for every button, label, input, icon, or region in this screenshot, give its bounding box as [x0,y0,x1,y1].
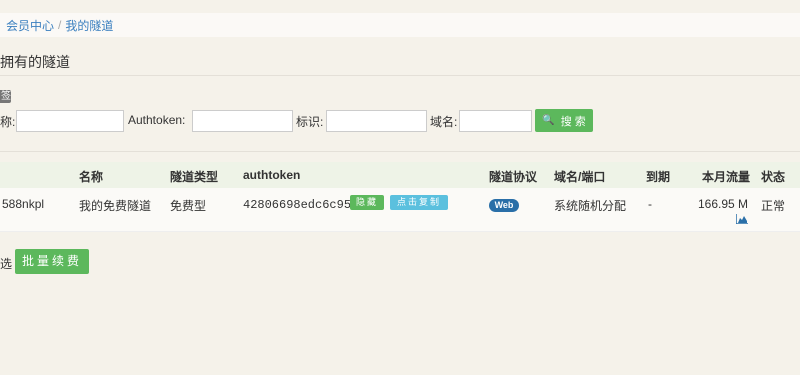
header-protocol: 隧道协议 [489,170,538,184]
tunnel-id: 588nkpl [2,197,45,211]
search-label-badge: 签 [0,90,11,103]
divider [0,75,800,76]
authtoken-input[interactable] [192,110,293,132]
authtoken-label: Authtoken: [128,113,186,127]
header-type: 隧道类型 [170,170,219,184]
tunnel-name: 我的免费隧道 [79,199,152,213]
divider [0,151,800,152]
search-button-label: 搜 索 [560,115,586,128]
select-all-label: 选 [0,257,13,271]
page-title: 拥有的隧道 [0,54,70,70]
search-form: 称: Authtoken: 标识: 域名: [0,110,800,132]
header-expire: 到期 [646,170,671,184]
header-name: 名称 [79,170,104,184]
batch-renew-button[interactable]: 批量续费 [15,249,89,274]
domain-input[interactable] [459,110,532,132]
breadcrumb: 会员中心 / 我的隧道 [0,13,800,37]
protocol-badge: Web [489,199,519,212]
tunnel-traffic: 166.95 M [698,197,749,211]
copy-token-button[interactable]: 点击复制 [390,195,448,210]
tag-input[interactable] [326,110,427,132]
table-header: 名称 隧道类型 authtoken 隧道协议 域名/端口 到期 本月流量 状态 [0,162,800,188]
hide-token-button[interactable]: 隐藏 [350,195,384,210]
search-button[interactable]: 🔍 搜 索 [535,109,593,132]
tunnel-status: 正常 [761,199,786,213]
breadcrumb-separator: / [58,18,62,32]
header-status: 状态 [761,170,786,184]
table-row: 588nkpl 我的免费隧道 免费型 42806698edc6c952 隐藏 点… [0,188,800,232]
breadcrumb-member-center[interactable]: 会员中心 [6,17,54,34]
traffic-chart-icon[interactable] [736,214,748,224]
header-authtoken: authtoken [243,168,301,182]
search-icon: 🔍 [542,115,555,126]
name-label: 称: [0,115,16,129]
tag-label: 标识: [296,115,324,129]
tunnel-type: 免费型 [170,199,207,213]
tunnel-authtoken: 42806698edc6c952 [243,198,359,212]
tunnel-expire: - [648,197,652,211]
name-input[interactable] [16,110,124,132]
breadcrumb-my-tunnels[interactable]: 我的隧道 [65,17,113,34]
tunnel-domain: 系统随机分配 [554,199,627,213]
header-traffic: 本月流量 [702,170,751,184]
header-domain: 域名/端口 [554,170,606,184]
domain-label: 域名: [430,115,458,129]
